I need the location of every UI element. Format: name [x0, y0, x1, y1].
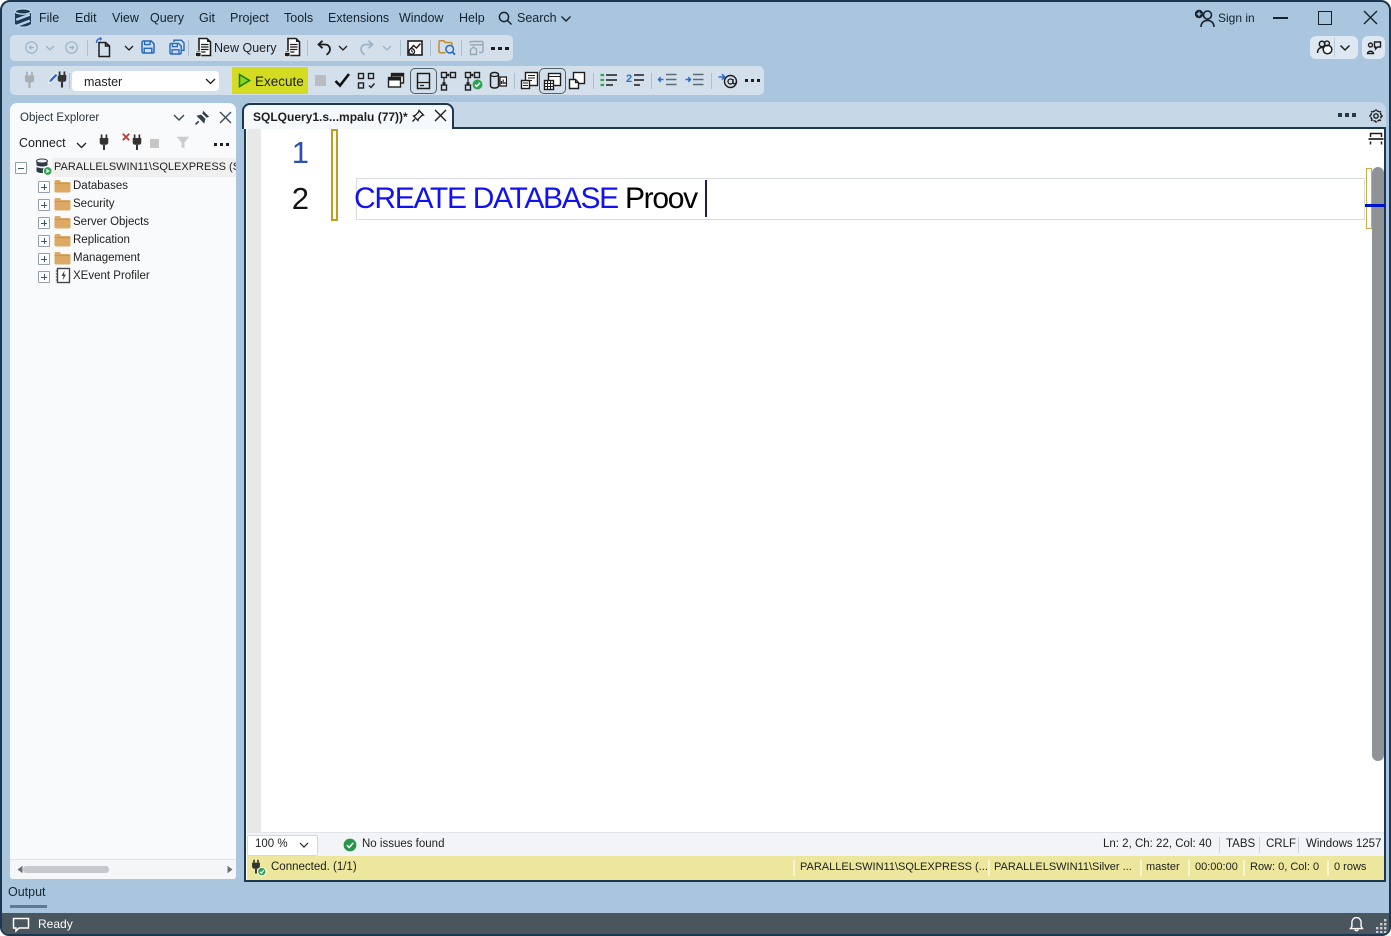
svg-text:2: 2 — [626, 73, 632, 85]
